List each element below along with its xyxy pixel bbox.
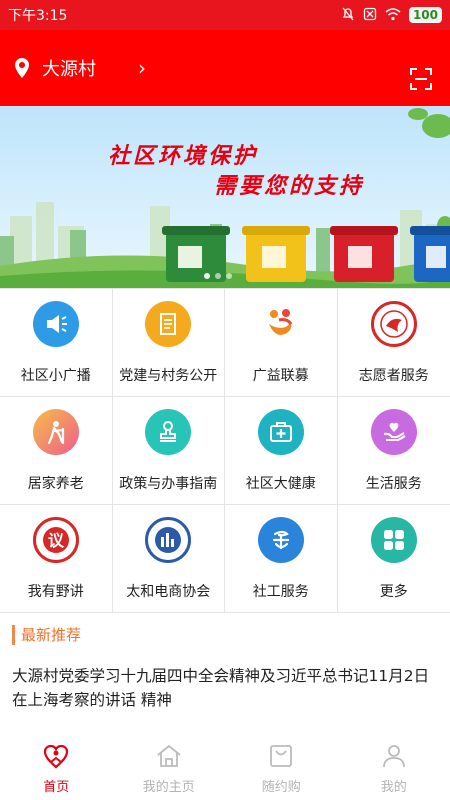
elderly-icon [32,409,79,455]
grid-item-label: 居家养老 [27,476,84,492]
grid-item-community-broadcast[interactable]: 社区小广播 [0,289,113,397]
grid-item-speak[interactable]: 议 我有野讲 [0,505,113,613]
broadcast-icon [32,301,79,347]
tab-mine[interactable]: 我的 [338,738,450,800]
status-time: 下午3:15 [8,8,68,24]
grid-item-label: 我有野讲 [27,584,84,600]
medical-kit-icon [257,409,304,455]
volunteer-icon [370,301,417,347]
wifi-icon [385,7,401,24]
shopping-bag-icon [270,745,293,767]
grid-item-label: 太和电商协会 [126,584,211,600]
banner-headline: 社区环境保护 [108,143,259,169]
grid-item-volunteer[interactable]: 志愿者服务 [337,289,450,397]
svg-text:议: 议 [48,531,65,550]
grid-item-label: 广益联募 [252,368,309,384]
grid-item-label: 社工服务 [252,584,309,600]
bottom-tab-bar: 首页 我的主页 随约购 我的 [0,738,450,800]
charity-icon [257,301,304,347]
grid-item-more[interactable]: 更多 [337,505,450,613]
header: 大源村 › [0,30,450,106]
tab-label: 随约购 [261,780,301,795]
status-bar: 下午3:15 100 [0,0,450,30]
grid-item-label: 生活服务 [365,476,422,492]
tab-shop[interactable]: 随约购 [225,738,338,800]
more-icon [370,517,417,563]
service-grid: 社区小广播 党建与村务公开 广益联募 志愿者服务 居家养老 政策与办事指南 社区… [0,288,450,613]
social-work-icon [257,517,304,563]
location-name[interactable]: 大源村 [42,55,96,81]
location-pin-icon [15,58,29,78]
section-title: 最新推荐 [21,626,82,644]
speak-badge-icon: 议 [32,517,79,563]
stamp-icon [145,409,192,455]
grid-item-label: 更多 [379,584,408,600]
section-header-latest: 最新推荐 [12,624,81,645]
association-icon [145,517,192,563]
house-icon [157,744,181,767]
tab-label: 首页 [43,780,70,795]
grid-item-life-service[interactable]: 生活服务 [337,397,450,505]
news-article-link[interactable]: 大源村党委学习十九届四中全会精神及习近平总书记11月2日在上海考察的讲话 精神 [12,664,440,712]
person-icon [382,745,405,768]
battery-icon: 100 [408,7,442,23]
grid-item-party-affairs[interactable]: 党建与村务公开 [112,289,225,397]
tab-my-homepage[interactable]: 我的主页 [113,738,226,800]
grid-item-label: 党建与村务公开 [119,368,218,384]
tab-label: 我的 [380,780,407,795]
grid-item-label: 社区小广播 [20,368,91,384]
heart-hand-icon [370,409,417,455]
grid-item-label: 志愿者服务 [358,368,429,384]
scan-icon[interactable] [410,68,432,90]
grid-item-ecommerce-association[interactable]: 太和电商协会 [112,505,225,613]
grid-item-charity[interactable]: 广益联募 [225,289,338,397]
promo-banner[interactable]: 社区环境保护 需要您的支持 [0,106,450,288]
grid-item-policy-guide[interactable]: 政策与办事指南 [112,397,225,505]
mute-icon [341,7,355,24]
grid-item-community-health[interactable]: 社区大健康 [225,397,338,505]
status-icons: 100 [341,7,442,24]
grid-item-social-work[interactable]: 社工服务 [225,505,338,613]
app-screen: 下午3:15 100 大源村 › 社区环境保护 需要您的支持 社区小广播 党建与… [0,0,450,800]
grid-item-label: 社区大健康 [245,476,316,492]
section-accent-bar [12,624,15,645]
grid-item-label: 政策与办事指南 [119,476,218,492]
grid-item-home-elderly[interactable]: 居家养老 [0,397,113,505]
home-heart-icon [44,744,69,769]
chevron-right-icon[interactable]: › [138,56,146,80]
document-icon [145,301,192,347]
banner-subline: 需要您的支持 [214,173,365,199]
tab-label: 我的主页 [142,780,195,795]
tab-home[interactable]: 首页 [0,738,113,800]
sim-icon [363,7,377,24]
